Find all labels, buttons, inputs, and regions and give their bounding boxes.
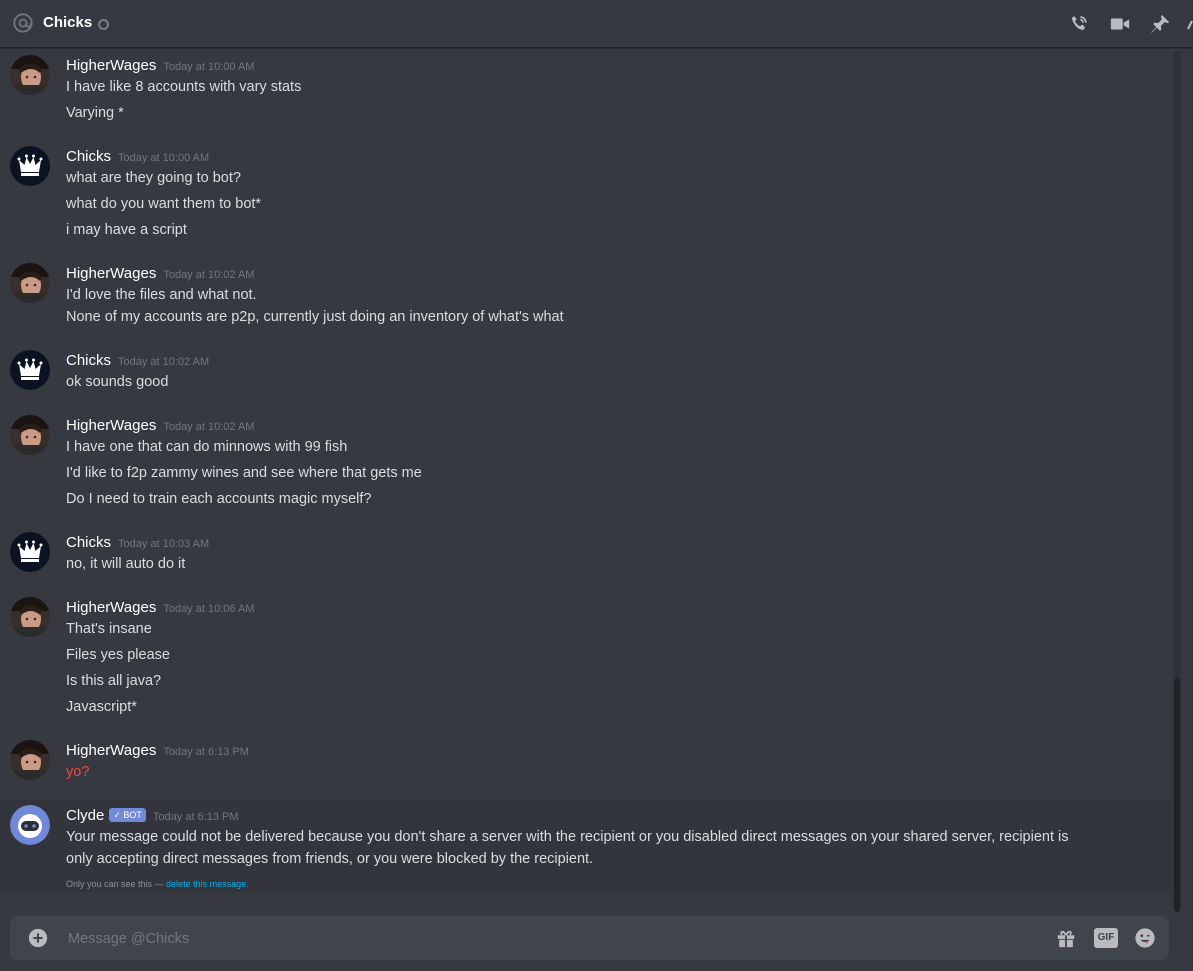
scrollbar-thumb[interactable] xyxy=(1174,678,1180,912)
message-text: Your message could not be delivered beca… xyxy=(66,829,1069,845)
gif-icon[interactable]: GIF xyxy=(1094,927,1118,949)
avatar[interactable] xyxy=(10,740,50,780)
message-text: i may have a script xyxy=(66,222,187,238)
message-text: what are they going to bot? xyxy=(66,170,241,186)
avatar[interactable] xyxy=(10,146,50,186)
channel-header: Chicks xyxy=(0,0,1193,48)
pin-icon[interactable] xyxy=(1149,13,1171,35)
message-author: HigherWages Today at 10:06 AM xyxy=(66,599,254,616)
upload-plus-icon[interactable] xyxy=(27,927,49,949)
message-text: what do you want them to bot* xyxy=(66,196,262,212)
emoji-icon[interactable] xyxy=(1134,927,1156,949)
message-author: Chicks Today at 10:03 AM xyxy=(66,534,209,551)
message-text: That's insane xyxy=(66,621,152,637)
author-name[interactable]: Clyde xyxy=(66,807,104,824)
avatar[interactable] xyxy=(10,263,50,303)
message-text: Javascript* xyxy=(66,699,137,715)
author-name[interactable]: Chicks xyxy=(66,148,111,165)
message-timestamp: Today at 10:02 AM xyxy=(163,421,255,433)
author-name[interactable]: Chicks xyxy=(66,534,111,551)
message-text: Files yes please xyxy=(66,647,170,663)
message-text: I'd like to f2p zammy wines and see wher… xyxy=(66,465,422,481)
message-text: I have like 8 accounts with vary stats xyxy=(66,79,302,95)
message-text: I'd love the files and what not. xyxy=(66,287,257,303)
message-composer: GIF xyxy=(10,916,1169,962)
message-text: Is this all java? xyxy=(66,673,162,689)
message-timestamp: Today at 10:03 AM xyxy=(118,538,210,550)
avatar[interactable] xyxy=(10,597,50,637)
phone-call-icon[interactable] xyxy=(1068,13,1090,35)
message-text: Varying * xyxy=(66,105,124,121)
message-author: HigherWages Today at 6:13 PM xyxy=(66,742,249,759)
message-timestamp: Today at 10:02 AM xyxy=(118,356,210,368)
video-call-icon[interactable] xyxy=(1109,13,1131,35)
message-text: Do I need to train each accounts magic m… xyxy=(66,491,372,507)
message-timestamp: Today at 6:13 PM xyxy=(152,811,239,823)
message-text: no, it will auto do it xyxy=(66,556,186,572)
channel-title: Chicks xyxy=(43,14,93,31)
message-text: only accepting direct messages from frie… xyxy=(66,851,594,867)
message-timestamp: Today at 6:13 PM xyxy=(163,746,249,758)
author-name[interactable]: HigherWages xyxy=(66,742,156,759)
ephemeral-note: Only you can see this — delete this mess… xyxy=(66,879,249,889)
message-author: Clyde ✓ BOT Today at 6:13 PM xyxy=(66,807,239,824)
message-timestamp: Today at 10:00 AM xyxy=(118,152,210,164)
message-text: None of my accounts are p2p, currently j… xyxy=(66,309,564,325)
offline-status-icon xyxy=(98,19,109,30)
message-list: HigherWages Today at 10:00 AM I have like… xyxy=(0,49,1172,899)
more-icon[interactable] xyxy=(1186,13,1193,35)
author-name[interactable]: HigherWages xyxy=(66,417,156,434)
message-timestamp: Today at 10:06 AM xyxy=(163,603,255,615)
gift-icon[interactable] xyxy=(1055,927,1077,949)
message-author: HigherWages Today at 10:02 AM xyxy=(66,265,254,282)
author-name[interactable]: HigherWages xyxy=(66,57,156,74)
bot-badge: ✓ BOT xyxy=(109,808,146,822)
author-name[interactable]: Chicks xyxy=(66,352,111,369)
at-icon xyxy=(12,12,34,34)
gif-label: GIF xyxy=(1097,932,1115,943)
message-input[interactable] xyxy=(66,916,1040,962)
bot-badge-label: BOT xyxy=(123,810,142,820)
message-author: HigherWages Today at 10:02 AM xyxy=(66,417,254,434)
message-author: HigherWages Today at 10:00 AM xyxy=(66,57,254,74)
failed-message-text: yo? xyxy=(66,764,90,780)
message-author: Chicks Today at 10:00 AM xyxy=(66,148,209,165)
avatar[interactable] xyxy=(10,55,50,95)
author-name[interactable]: HigherWages xyxy=(66,265,156,282)
delete-message-link[interactable]: delete this message. xyxy=(166,879,249,889)
message-timestamp: Today at 10:00 AM xyxy=(163,61,255,73)
message-author: Chicks Today at 10:02 AM xyxy=(66,352,209,369)
message-timestamp: Today at 10:02 AM xyxy=(163,269,255,281)
ephemeral-note-text: Only you can see this — xyxy=(66,879,167,889)
avatar[interactable] xyxy=(10,532,50,572)
author-name[interactable]: HigherWages xyxy=(66,599,156,616)
avatar[interactable] xyxy=(10,350,50,390)
message-text: I have one that can do minnows with 99 f… xyxy=(66,439,348,455)
avatar[interactable] xyxy=(10,415,50,455)
message-text: ok sounds good xyxy=(66,374,169,390)
avatar[interactable] xyxy=(10,805,50,845)
